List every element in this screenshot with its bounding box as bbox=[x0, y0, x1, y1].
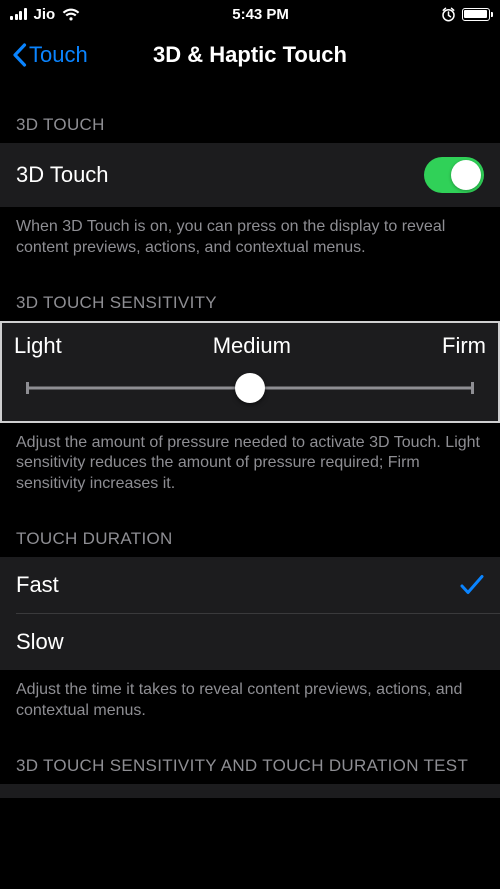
checkmark-icon bbox=[460, 574, 484, 596]
status-bar: Jio 5:43 PM bbox=[0, 0, 500, 28]
cell-group-3d-touch: 3D Touch bbox=[0, 143, 500, 207]
cell-group-duration: Fast Slow bbox=[0, 557, 500, 670]
status-left: Jio bbox=[10, 6, 80, 23]
slider-thumb[interactable] bbox=[235, 373, 265, 403]
footer-3d-touch: When 3D Touch is on, you can press on th… bbox=[0, 207, 500, 265]
footer-sensitivity: Adjust the amount of pressure needed to … bbox=[0, 423, 500, 501]
row-duration-fast-label: Fast bbox=[16, 572, 59, 598]
toggle-knob bbox=[451, 160, 481, 190]
row-duration-fast[interactable]: Fast bbox=[0, 557, 500, 613]
row-duration-slow[interactable]: Slow bbox=[0, 614, 500, 670]
page-title: 3D & Haptic Touch bbox=[153, 42, 347, 68]
toggle-3d-touch[interactable] bbox=[424, 157, 484, 193]
slider-tick-right bbox=[471, 382, 474, 394]
section-header-sensitivity: 3D TOUCH SENSITIVITY bbox=[0, 265, 500, 321]
alarm-icon bbox=[441, 7, 456, 22]
section-header-duration: TOUCH DURATION bbox=[0, 501, 500, 557]
sensitivity-slider-group: Light Medium Firm bbox=[0, 321, 500, 423]
slider-tick-left bbox=[26, 382, 29, 394]
sensitivity-label-firm: Firm bbox=[442, 333, 486, 359]
sensitivity-label-light: Light bbox=[14, 333, 62, 359]
carrier-label: Jio bbox=[34, 6, 56, 23]
section-header-test: 3D TOUCH SENSITIVITY AND TOUCH DURATION … bbox=[0, 728, 500, 784]
wifi-icon bbox=[62, 8, 80, 21]
nav-bar: Touch 3D & Haptic Touch bbox=[0, 28, 500, 81]
footer-duration: Adjust the time it takes to reveal conte… bbox=[0, 670, 500, 728]
chevron-left-icon bbox=[12, 43, 27, 67]
row-3d-touch-label: 3D Touch bbox=[16, 162, 109, 188]
cell-group-test bbox=[0, 784, 500, 798]
status-right bbox=[441, 7, 490, 22]
row-3d-touch: 3D Touch bbox=[0, 143, 500, 207]
sensitivity-labels: Light Medium Firm bbox=[14, 333, 486, 359]
battery-icon bbox=[462, 8, 490, 21]
sensitivity-slider[interactable] bbox=[26, 375, 474, 401]
cellular-signal-icon bbox=[10, 8, 27, 20]
sensitivity-label-medium: Medium bbox=[213, 333, 291, 359]
row-duration-slow-label: Slow bbox=[16, 629, 64, 655]
back-button[interactable]: Touch bbox=[12, 42, 88, 68]
status-time: 5:43 PM bbox=[232, 6, 289, 23]
section-header-3d-touch: 3D TOUCH bbox=[0, 81, 500, 143]
back-label: Touch bbox=[29, 42, 88, 68]
